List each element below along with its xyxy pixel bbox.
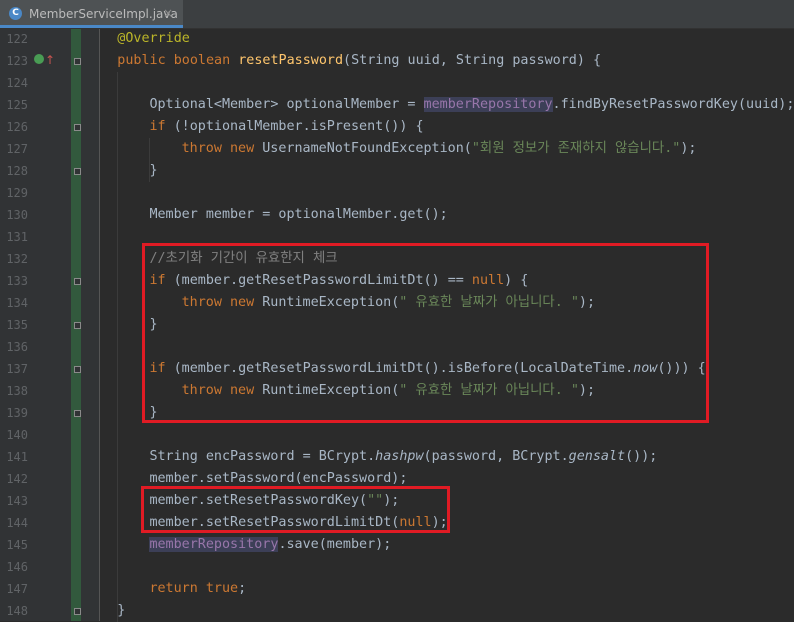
line-number: 132 [6,252,28,266]
line-number: 131 [6,230,28,244]
java-class-icon: C [9,7,22,20]
code-token: "회원 정보가 존재하지 않습니다." [471,141,681,156]
code-token: return true [149,581,239,596]
code-text: String encPassword = BCrypt.hashpw(passw… [149,446,657,468]
code-token: } [149,163,158,178]
line-number: 123 [6,54,28,68]
code-line[interactable]: 124 [0,72,794,94]
line-number: 129 [6,186,28,200]
code-text: throw new UsernameNotFoundException("회원 … [182,138,697,160]
code-token: (!optionalMember.isPresent()) { [173,119,424,134]
code-text: } [149,160,157,182]
line-number: 130 [6,208,28,222]
code-line[interactable]: 127 throw new UsernameNotFoundException("… [0,138,794,160]
code-line[interactable]: 146 [0,556,794,578]
fold-marker-icon[interactable] [74,58,81,65]
code-line[interactable]: 123 public boolean resetPassword(String u… [0,50,794,72]
code-line[interactable]: 140 [0,424,794,446]
code-text: public boolean resetPassword(String uuid… [117,50,601,72]
fold-marker-icon[interactable] [74,278,81,285]
code-line[interactable]: 128} [0,160,794,182]
code-line[interactable]: 141 String encPassword = BCrypt.hashpw(pa… [0,446,794,468]
code-token: Optional<Member> optionalMember = [149,97,424,112]
line-number: 127 [6,142,28,156]
line-number: 138 [6,384,28,398]
line-number: 139 [6,406,28,420]
line-number: 128 [6,164,28,178]
code-token: resetPassword [238,53,344,68]
line-number: 135 [6,318,28,332]
code-line[interactable]: 129 [0,182,794,204]
code-token: @Override [117,31,190,46]
line-number: 134 [6,296,28,310]
code-text: Optional<Member> optionalMember = member… [149,94,794,116]
line-number: 143 [6,494,28,508]
code-text: @Override [117,28,190,50]
fold-marker-icon[interactable] [74,168,81,175]
override-arrow-icon: ↑ [45,53,56,67]
line-number: 126 [6,120,28,134]
fold-marker-icon[interactable] [74,410,81,417]
line-number: 147 [6,582,28,596]
fold-marker-icon[interactable] [74,124,81,131]
line-number: 125 [6,98,28,112]
code-token: .findByResetPasswordKey(uuid); [552,97,794,112]
fold-marker-icon[interactable] [74,366,81,373]
code-token: member.setPassword(encPassword); [149,471,408,486]
code-text: } [117,600,125,622]
code-token: String encPassword = BCrypt. [149,449,376,464]
code-token: throw new [181,141,263,156]
line-number: 137 [6,362,28,376]
code-token: UsernameNotFoundException( [262,141,472,156]
code-token: memberRepository [423,97,553,112]
line-number: 145 [6,538,28,552]
indent-guide [117,72,118,622]
code-token: .save(member); [278,537,392,552]
line-number: 148 [6,604,28,618]
code-token: ); [680,141,697,156]
override-method-icon[interactable] [34,54,44,64]
code-token: public boolean [117,53,239,68]
indent-guide [149,138,150,182]
tab-label: MemberServiceImpl.java [29,7,178,21]
line-number: 124 [6,76,28,90]
code-text: if (!optionalMember.isPresent()) { [149,116,423,138]
editor-tab-bar: C MemberServiceImpl.java × [0,0,794,29]
line-number: 133 [6,274,28,288]
code-text: Member member = optionalMember.get(); [149,204,447,226]
code-line[interactable]: 147 return true; [0,578,794,600]
line-number: 122 [6,32,28,46]
fold-marker-icon[interactable] [74,608,81,615]
code-line[interactable]: 126 if (!optionalMember.isPresent()) { [0,116,794,138]
line-number: 136 [6,340,28,354]
code-token: memberRepository [149,537,279,552]
code-text: return true; [149,578,246,600]
highlight-box-validity-check [142,243,709,423]
line-number: 140 [6,428,28,442]
fold-marker-icon[interactable] [74,322,81,329]
code-token: (password, BCrypt. [423,449,569,464]
code-line[interactable]: 148} [0,600,794,622]
code-token: hashpw [375,449,424,464]
line-number: 142 [6,472,28,486]
code-text: memberRepository.save(member); [149,534,391,556]
code-line[interactable]: 145 memberRepository.save(member); [0,534,794,556]
code-token: (String uuid, String password) { [343,53,602,68]
highlight-box-reset-fields [141,486,450,533]
code-token: gensalt [568,449,626,464]
line-number: 146 [6,560,28,574]
code-line[interactable]: 125 Optional<Member> optionalMember = mem… [0,94,794,116]
code-line[interactable]: 130 Member member = optionalMember.get(); [0,204,794,226]
line-number: 141 [6,450,28,464]
code-token: } [117,603,126,618]
code-token: Member member = optionalMember.get(); [149,207,448,222]
line-number: 144 [6,516,28,530]
code-token: if [149,119,174,134]
code-token: ()); [625,449,658,464]
code-line[interactable]: 122 @Override [0,28,794,50]
close-icon[interactable]: × [163,6,173,20]
code-token: ; [238,581,247,596]
tab-memberserviceimpl[interactable]: C MemberServiceImpl.java × [0,0,183,28]
